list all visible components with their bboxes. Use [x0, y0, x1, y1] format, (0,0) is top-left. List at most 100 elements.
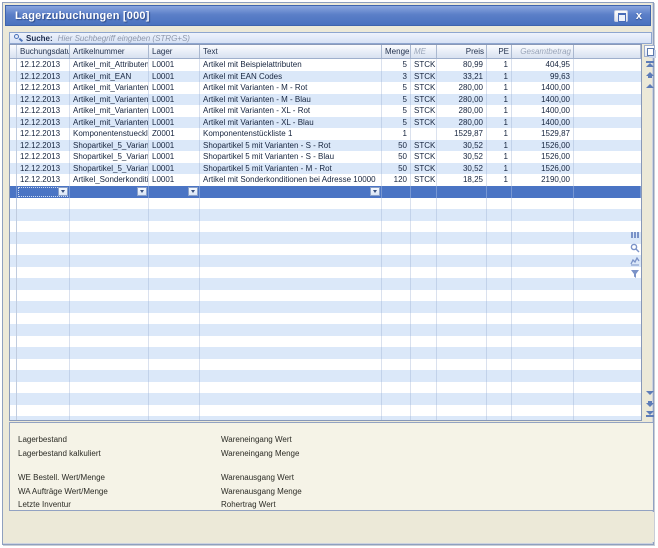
- column-header-pe[interactable]: PE: [487, 45, 512, 58]
- cell: Komponentenstueckli: [70, 128, 149, 140]
- empty-row[interactable]: [10, 416, 641, 421]
- column-header-lager[interactable]: Lager: [149, 45, 200, 58]
- row-indicator: [10, 232, 17, 244]
- cell: Artikel_mit_Attributen: [70, 59, 149, 71]
- cell: [382, 232, 411, 244]
- column-header-buchungsdatum[interactable]: Buchungsdatum: [17, 45, 70, 58]
- cell: [512, 232, 574, 244]
- column-chooser-icon[interactable]: [629, 229, 640, 240]
- empty-row[interactable]: [10, 405, 641, 417]
- cell: [149, 267, 200, 279]
- cell: [149, 244, 200, 256]
- empty-row[interactable]: [10, 393, 641, 405]
- table-row[interactable]: 12.12.2013Artikel_mit_Varianten.L0001Art…: [10, 94, 641, 106]
- table-row[interactable]: 12.12.2013Shopartikel_5_VariantL0001Shop…: [10, 140, 641, 152]
- column-header-menge[interactable]: Menge: [382, 45, 411, 58]
- table-row[interactable]: 12.12.2013Shopartikel_5_VariantL0001Shop…: [10, 151, 641, 163]
- empty-row[interactable]: [10, 244, 641, 256]
- cell: [382, 290, 411, 302]
- cell: [70, 313, 149, 325]
- cell: [437, 393, 487, 405]
- empty-row[interactable]: [10, 267, 641, 279]
- cell: [411, 221, 437, 233]
- cell: [411, 405, 437, 417]
- cell: [437, 301, 487, 313]
- filter-dropdown-icon[interactable]: [58, 187, 68, 196]
- column-settings-icon[interactable]: [644, 45, 655, 57]
- cell: L0001: [149, 59, 200, 71]
- cell: [437, 382, 487, 394]
- empty-row[interactable]: [10, 382, 641, 394]
- search-bar[interactable]: Suche: Hier Suchbegriff eingeben (STRG+S…: [9, 32, 652, 44]
- cell: [512, 416, 574, 421]
- filter-icon[interactable]: [629, 268, 640, 279]
- filter-dropdown-icon[interactable]: [188, 187, 198, 196]
- cell: [512, 324, 574, 336]
- column-header-preis[interactable]: Preis: [437, 45, 487, 58]
- empty-row[interactable]: [10, 347, 641, 359]
- empty-row[interactable]: [10, 301, 641, 313]
- window-titlebar[interactable]: Lagerzubuchungen [000] x: [5, 5, 651, 26]
- scroll-pageup-icon[interactable]: [646, 72, 654, 80]
- table-row[interactable]: 12.12.2013Artikel_mit_EANL0001Artikel mi…: [10, 71, 641, 83]
- table-row[interactable]: 12.12.2013Artikel_mit_AttributenL0001Art…: [10, 59, 641, 71]
- cell: Artikel_mit_Varianten.: [70, 105, 149, 117]
- filter-dropdown-icon[interactable]: [137, 187, 147, 196]
- cell: [382, 359, 411, 371]
- analysis-icon[interactable]: [629, 255, 640, 266]
- table-row[interactable]: 12.12.2013Artikel_mit_Varianten.L0001Art…: [10, 105, 641, 117]
- cell: [149, 405, 200, 417]
- table-row[interactable]: 12.12.2013Artikel_mit_Varianten.L0001Art…: [10, 82, 641, 94]
- empty-row[interactable]: [10, 278, 641, 290]
- cell: [70, 186, 149, 198]
- filter-dropdown-icon[interactable]: [370, 187, 380, 196]
- vertical-scrollbar[interactable]: [644, 44, 656, 421]
- scroll-up-icon[interactable]: [646, 84, 654, 92]
- empty-row[interactable]: [10, 370, 641, 382]
- cell-filler: [574, 359, 641, 371]
- empty-row[interactable]: [10, 290, 641, 302]
- close-icon[interactable]: x: [634, 10, 644, 22]
- cell: [411, 290, 437, 302]
- search-icon[interactable]: [629, 242, 640, 253]
- cell: [512, 221, 574, 233]
- cell: [382, 186, 411, 198]
- scroll-down-icon[interactable]: [646, 391, 654, 399]
- cell: [149, 324, 200, 336]
- cell: Artikel_mit_EAN: [70, 71, 149, 83]
- scroll-first-icon[interactable]: [646, 61, 654, 69]
- table-row[interactable]: 12.12.2013Shopartikel_5_VariantL0001Shop…: [10, 163, 641, 175]
- cell: [149, 382, 200, 394]
- column-header-text[interactable]: Text: [200, 45, 382, 58]
- column-header-me[interactable]: ME: [411, 45, 437, 58]
- restore-window-icon[interactable]: [614, 10, 628, 22]
- filter-row[interactable]: [10, 186, 641, 198]
- scroll-pagedown-icon[interactable]: [646, 401, 654, 409]
- cell: [200, 290, 382, 302]
- empty-row[interactable]: [10, 209, 641, 221]
- empty-row[interactable]: [10, 198, 641, 210]
- column-header-artikelnummer[interactable]: Artikelnummer: [70, 45, 149, 58]
- empty-row[interactable]: [10, 255, 641, 267]
- empty-row[interactable]: [10, 336, 641, 348]
- cell: Artikel mit Varianten - XL - Rot: [200, 105, 382, 117]
- cell: 80,99: [437, 59, 487, 71]
- empty-row[interactable]: [10, 324, 641, 336]
- empty-row[interactable]: [10, 359, 641, 371]
- summary-label: WE Bestell. Wert/Menge: [18, 473, 105, 482]
- row-indicator: [10, 71, 17, 83]
- cell: [70, 382, 149, 394]
- scroll-last-icon[interactable]: [646, 411, 654, 419]
- empty-row[interactable]: [10, 221, 641, 233]
- cell: [437, 370, 487, 382]
- cell: [411, 336, 437, 348]
- row-indicator: [10, 382, 17, 394]
- column-header-gesamtbetrag[interactable]: Gesamtbetrag: [512, 45, 574, 58]
- search-input[interactable]: Hier Suchbegriff eingeben (STRG+S): [58, 34, 190, 43]
- table-row[interactable]: 12.12.2013KomponentenstueckliZ0001Kompon…: [10, 128, 641, 140]
- empty-row[interactable]: [10, 313, 641, 325]
- table-row[interactable]: 12.12.2013Artikel_mit_Varianten.L0001Art…: [10, 117, 641, 129]
- empty-row[interactable]: [10, 232, 641, 244]
- cell: 280,00: [437, 117, 487, 129]
- table-row[interactable]: 12.12.2013Artikel_SonderkonditiL0001Arti…: [10, 174, 641, 186]
